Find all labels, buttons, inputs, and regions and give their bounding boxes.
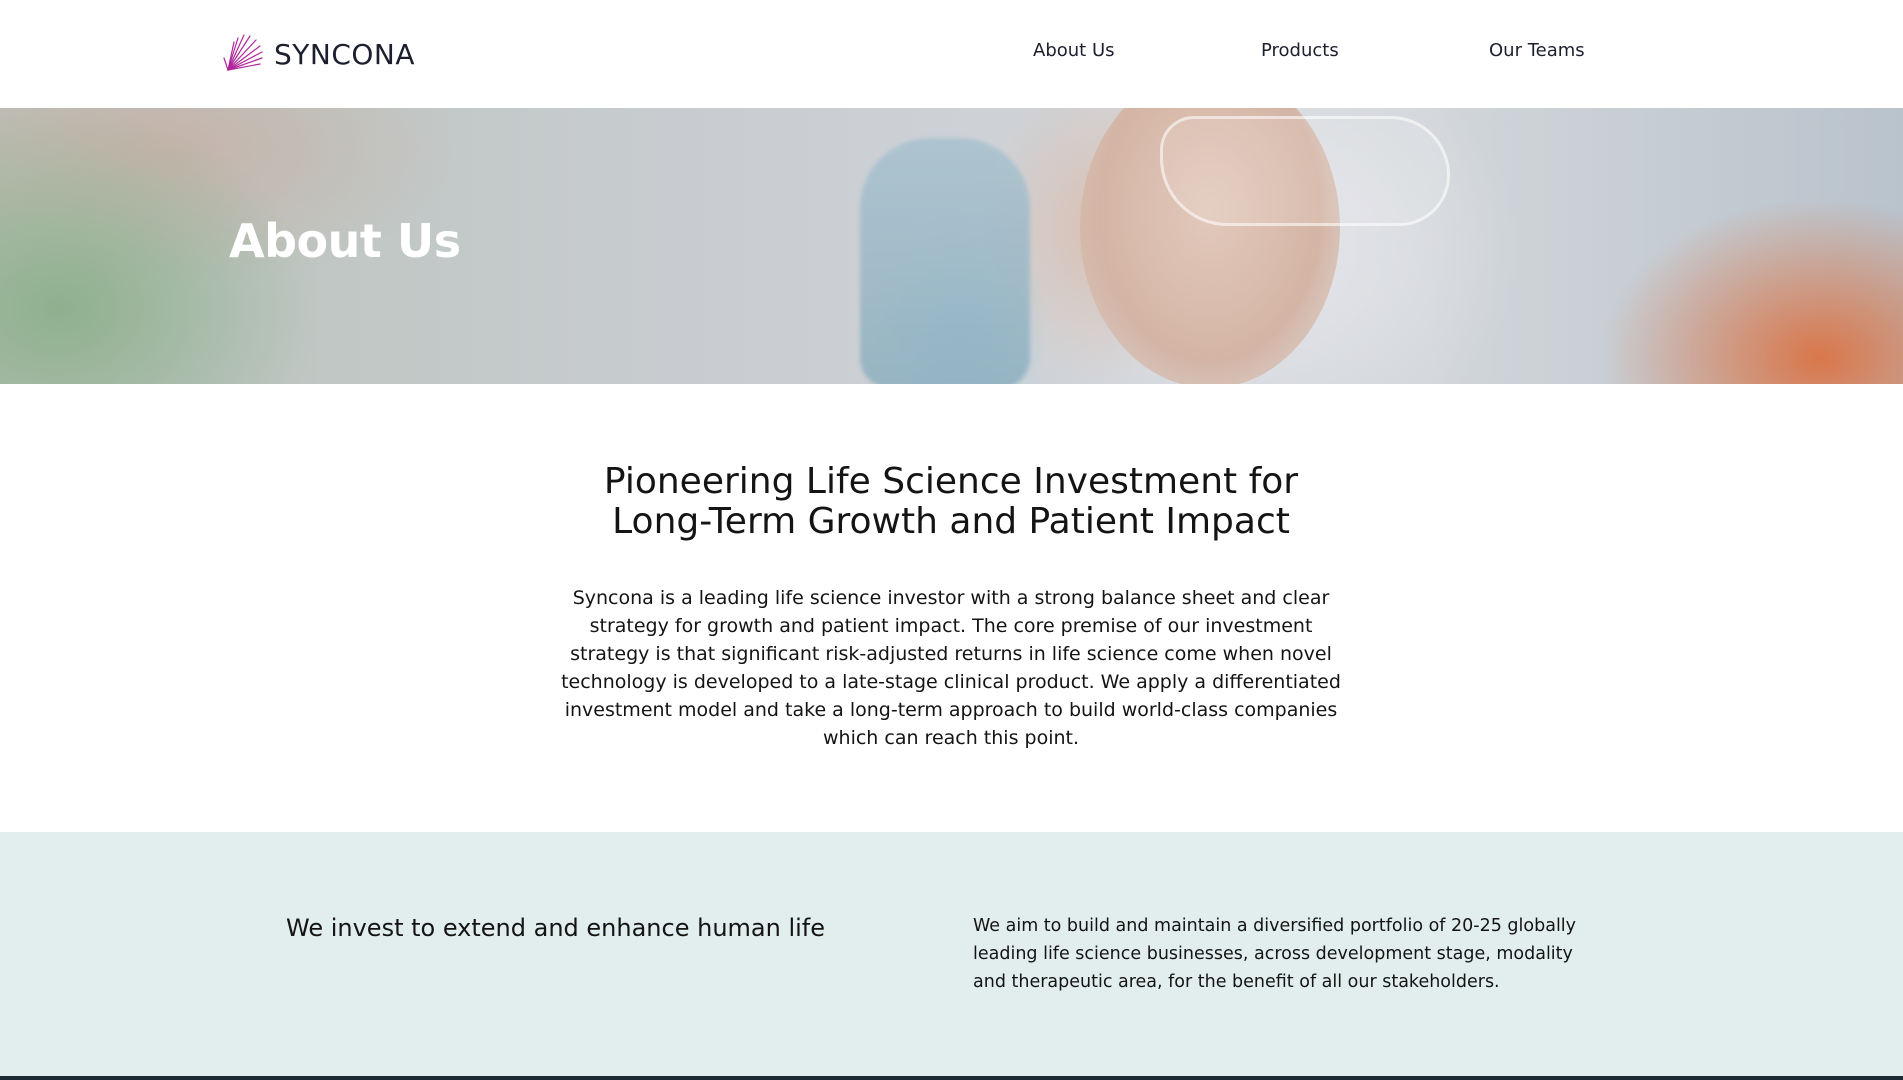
main-nav: About Us Products Our Teams <box>0 40 1903 68</box>
hero-banner: About Us <box>0 108 1903 384</box>
intro-heading: Pioneering Life Science Investment for L… <box>603 461 1299 542</box>
nav-our-teams[interactable]: Our Teams <box>1489 40 1585 61</box>
intro-body: Syncona is a leading life science invest… <box>561 587 1341 749</box>
intro-section: Pioneering Life Science Investment for L… <box>0 384 1903 832</box>
site-header: SYNCONA About Us Products Our Teams <box>0 0 1903 108</box>
mission-text: We aim to build and maintain a diversifi… <box>973 916 1577 992</box>
mission-heading: We invest to extend and enhance human li… <box>286 914 826 942</box>
hero-photo-goggles <box>1160 116 1450 226</box>
mission-band: We invest to extend and enhance human li… <box>0 832 1903 1076</box>
nav-about-us[interactable]: About Us <box>1033 40 1115 61</box>
footer-edge <box>0 1076 1903 1080</box>
hero-photo-glove <box>860 138 1030 384</box>
page-title: About Us <box>229 214 461 268</box>
nav-products[interactable]: Products <box>1261 40 1339 61</box>
